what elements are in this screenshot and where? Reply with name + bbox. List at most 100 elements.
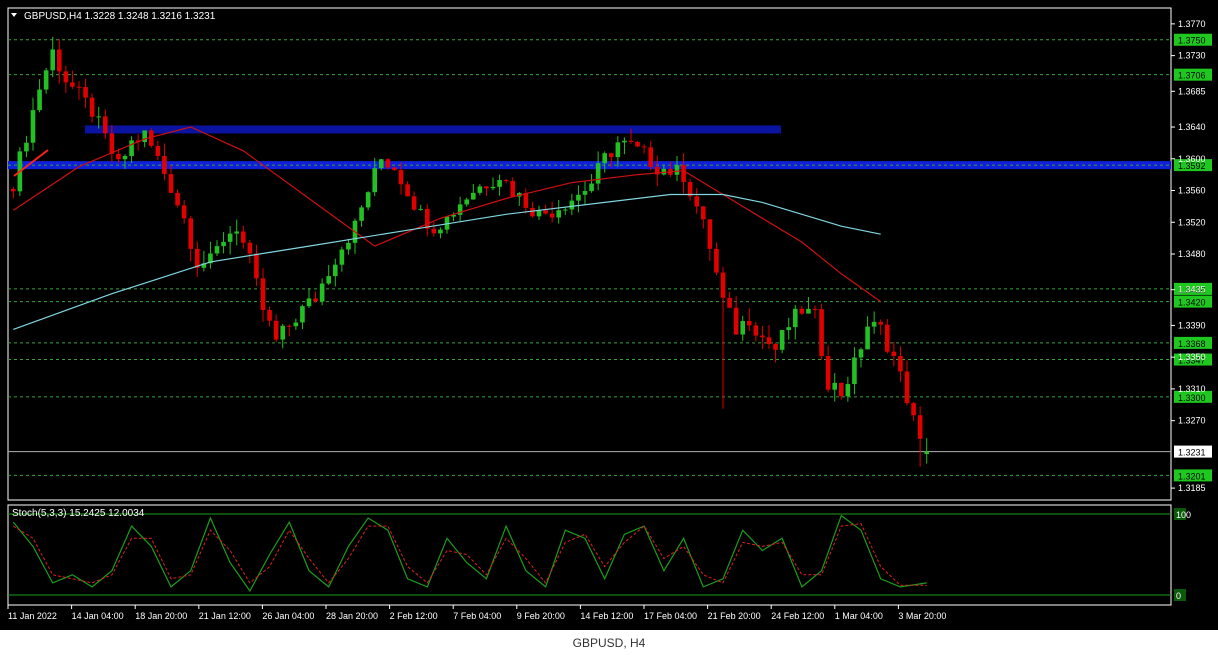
candle-body[interactable]: [694, 196, 700, 207]
resistance-zone[interactable]: [85, 125, 781, 134]
candle-body[interactable]: [385, 159, 391, 168]
candle-body[interactable]: [424, 208, 430, 229]
candle-body[interactable]: [720, 272, 726, 298]
candle-body[interactable]: [70, 82, 75, 87]
candle-body[interactable]: [924, 451, 930, 454]
candle-body[interactable]: [549, 213, 555, 218]
candle-body[interactable]: [562, 209, 568, 211]
candle-body[interactable]: [536, 210, 542, 217]
candle-body[interactable]: [116, 153, 121, 160]
candle-body[interactable]: [503, 180, 509, 182]
candle-body[interactable]: [477, 186, 483, 193]
candle-body[interactable]: [464, 199, 470, 205]
candle-body[interactable]: [898, 355, 903, 372]
candle-body[interactable]: [240, 231, 246, 243]
candle-body[interactable]: [858, 349, 864, 358]
candle-body[interactable]: [398, 170, 404, 185]
candle-body[interactable]: [214, 246, 220, 254]
candle-body[interactable]: [392, 167, 397, 171]
candle-body[interactable]: [470, 192, 476, 200]
candle-body[interactable]: [122, 155, 128, 160]
candle-body[interactable]: [641, 146, 647, 148]
candle-body[interactable]: [891, 351, 897, 356]
candle-body[interactable]: [76, 86, 82, 88]
candle-body[interactable]: [300, 306, 305, 323]
candle-body[interactable]: [306, 298, 312, 307]
candle-body[interactable]: [332, 264, 338, 277]
candle-body[interactable]: [129, 140, 134, 156]
candle-body[interactable]: [806, 308, 811, 314]
candle-body[interactable]: [96, 116, 102, 118]
candle-body[interactable]: [293, 322, 299, 327]
candle-body[interactable]: [273, 320, 279, 340]
candle-body[interactable]: [707, 219, 713, 249]
candle-body[interactable]: [733, 307, 739, 335]
candle-body[interactable]: [254, 253, 259, 279]
candle-body[interactable]: [648, 147, 654, 167]
candle-body[interactable]: [543, 210, 548, 214]
candle-body[interactable]: [56, 49, 62, 72]
candle-body[interactable]: [497, 180, 502, 187]
candle-body[interactable]: [438, 229, 443, 234]
candle-body[interactable]: [523, 193, 529, 208]
candle-body[interactable]: [904, 371, 910, 404]
candle-body[interactable]: [582, 191, 588, 195]
candle-body[interactable]: [490, 186, 496, 189]
candle-body[interactable]: [799, 308, 805, 314]
candle-body[interactable]: [766, 337, 772, 345]
candle-body[interactable]: [431, 228, 437, 234]
candle-body[interactable]: [43, 70, 49, 90]
candle-body[interactable]: [602, 153, 608, 164]
candle-body[interactable]: [260, 278, 266, 311]
candle-body[interactable]: [746, 320, 752, 326]
candle-body[interactable]: [234, 231, 240, 234]
candle-body[interactable]: [372, 168, 378, 193]
candle-body[interactable]: [838, 382, 844, 397]
candle-body[interactable]: [188, 218, 194, 249]
candle-body[interactable]: [89, 97, 95, 117]
candle-body[interactable]: [589, 183, 594, 192]
candle-body[interactable]: [773, 344, 778, 350]
candle-body[interactable]: [884, 324, 890, 352]
candle-body[interactable]: [608, 153, 614, 158]
candle-body[interactable]: [405, 184, 410, 197]
candle-body[interactable]: [313, 298, 318, 302]
candle-body[interactable]: [339, 249, 345, 265]
candle-body[interactable]: [871, 321, 877, 327]
candle-body[interactable]: [227, 233, 233, 242]
candle-body[interactable]: [418, 208, 424, 210]
candle-body[interactable]: [37, 89, 42, 111]
candle-body[interactable]: [674, 165, 680, 175]
candle-body[interactable]: [681, 165, 686, 182]
candle-body[interactable]: [740, 320, 746, 335]
candle-body[interactable]: [852, 357, 857, 385]
candle-body[interactable]: [168, 174, 174, 193]
candle-body[interactable]: [753, 325, 759, 336]
candle-body[interactable]: [700, 206, 706, 220]
candle-body[interactable]: [845, 384, 851, 397]
candle-body[interactable]: [162, 155, 167, 175]
candle-body[interactable]: [411, 196, 417, 210]
candle-body[interactable]: [286, 325, 292, 327]
candle-body[interactable]: [760, 335, 765, 338]
candle-body[interactable]: [622, 140, 627, 143]
candle-body[interactable]: [175, 192, 180, 206]
candle-body[interactable]: [792, 308, 798, 328]
candle-body[interactable]: [510, 180, 516, 197]
candle-body[interactable]: [825, 356, 831, 390]
candle-body[interactable]: [181, 205, 187, 219]
candle-body[interactable]: [615, 142, 621, 158]
candle-body[interactable]: [365, 192, 371, 208]
candle-body[interactable]: [878, 321, 884, 325]
candle-body[interactable]: [267, 310, 272, 321]
candle-body[interactable]: [142, 130, 148, 143]
candle-body[interactable]: [635, 141, 640, 147]
candle-body[interactable]: [83, 87, 88, 98]
candle-body[interactable]: [155, 145, 161, 156]
candle-body[interactable]: [326, 276, 332, 284]
candle-body[interactable]: [50, 49, 56, 71]
candle-body[interactable]: [865, 326, 870, 350]
candle-body[interactable]: [832, 382, 838, 390]
candle-body[interactable]: [359, 207, 364, 221]
candle-body[interactable]: [10, 188, 16, 192]
